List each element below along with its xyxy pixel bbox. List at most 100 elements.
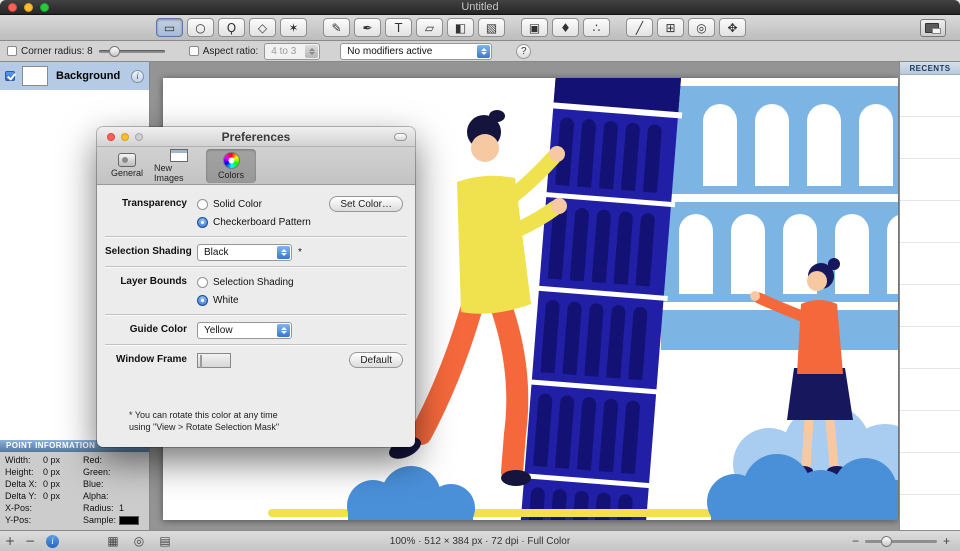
color-wheel-icon xyxy=(222,151,240,169)
checkerboard-pattern-radio[interactable] xyxy=(197,216,208,228)
zoom-tool[interactable]: ◎ xyxy=(688,18,715,37)
window-frame-colorwell[interactable] xyxy=(197,352,231,368)
layer-thumbnail[interactable] xyxy=(22,66,48,86)
selection-shading-popup[interactable]: Black xyxy=(197,243,292,261)
preferences-zoom-button[interactable] xyxy=(135,133,143,141)
pencil-tool[interactable]: ✎ xyxy=(323,18,350,37)
brush-tool[interactable]: ✒ xyxy=(354,18,381,37)
tool-group: ╱ ⊞ ◎ ✥ xyxy=(626,18,746,37)
layer-info-icon[interactable]: i xyxy=(131,69,144,83)
point-info-l2: Green: xyxy=(83,467,111,477)
recents-row xyxy=(900,75,960,117)
recents-title: RECENTS xyxy=(900,62,960,75)
modifiers-popup[interactable]: No modifiers active xyxy=(340,42,493,60)
preferences-title-bar: Preferences xyxy=(97,127,415,147)
point-info-l1: X-Pos: xyxy=(5,503,33,513)
layer-bounds-label: Layer Bounds xyxy=(120,276,187,287)
window-title: Untitled xyxy=(461,1,499,13)
separator xyxy=(105,314,407,316)
corner-radius-checkbox[interactable] xyxy=(7,46,17,56)
tool-options-bar: Corner radius: 8 Aspect ratio: 4 to 3 No… xyxy=(0,41,960,62)
point-info-l1: Width: xyxy=(5,455,31,465)
windows-icon xyxy=(925,23,941,34)
popup-arrows-icon xyxy=(277,245,290,259)
tab-new-images-label: New Images xyxy=(154,162,184,183)
recents-row xyxy=(900,117,960,159)
point-info-v1: 0 px xyxy=(43,455,61,465)
zoom-slider-minus[interactable]: − xyxy=(852,534,859,548)
effects-tool[interactable]: ∴ xyxy=(583,18,610,37)
guide-color-row: Guide Color Yellow xyxy=(97,321,415,339)
lasso-tool[interactable]: Ϙ xyxy=(218,18,245,37)
clone-stamp-tool[interactable]: ▣ xyxy=(521,18,548,37)
crop-tool[interactable]: ⊞ xyxy=(657,18,684,37)
modifiers-value: No modifiers active xyxy=(347,45,433,57)
move-tool[interactable]: ✥ xyxy=(719,18,746,37)
set-color-button[interactable]: Set Color… xyxy=(329,196,403,212)
eyedropper-tool[interactable]: ╱ xyxy=(626,18,653,37)
zoom-slider[interactable] xyxy=(864,535,937,547)
polygon-select-tool[interactable]: ◇ xyxy=(249,18,276,37)
toolbar-toggle-button[interactable] xyxy=(394,133,407,141)
preferences-close-button[interactable] xyxy=(107,133,115,141)
point-info-l2: Alpha: xyxy=(83,491,109,501)
preferences-toolbar: General New Images Colors xyxy=(97,147,415,185)
guide-color-popup[interactable]: Yellow xyxy=(197,321,292,339)
recents-row xyxy=(900,243,960,285)
new-images-icon xyxy=(170,148,188,162)
point-info-l2: Red: xyxy=(83,455,103,465)
point-info-v2 xyxy=(119,467,149,477)
layer-bounds-white-radio[interactable] xyxy=(197,294,208,306)
point-info-v1: 0 px xyxy=(43,491,61,501)
app-window: Untitled ▭ ○ Ϙ ◇ ✶ ✎ ✒ T ▱ ◧ ▧ ▣ ♦ ∴ ╱ ⊞ ◎ ✥ Corner radiu… xyxy=(0,0,960,551)
point-info-l2: Sample: xyxy=(83,515,117,525)
rect-select-tool[interactable]: ▭ xyxy=(156,18,183,37)
tab-colors[interactable]: Colors xyxy=(206,148,256,183)
layer-visibility-checkbox[interactable] xyxy=(5,71,15,81)
recents-row xyxy=(900,285,960,327)
layer-bounds-row: Layer Bounds Selection Shading White xyxy=(97,273,415,309)
zoom-slider-plus[interactable]: + xyxy=(943,534,950,548)
preferences-window: Preferences General New Images Colors Tr… xyxy=(97,127,415,447)
layer-bounds-shading-radio[interactable] xyxy=(197,276,208,288)
aspect-ratio-value: 4 to 3 xyxy=(271,45,297,57)
layer-row-background[interactable]: Background i xyxy=(0,62,149,90)
recents-row xyxy=(900,201,960,243)
point-info-v2 xyxy=(119,515,149,526)
magic-wand-tool[interactable]: ✶ xyxy=(280,18,307,37)
aspect-ratio-popup[interactable]: 4 to 3 xyxy=(264,42,321,60)
ellipse-select-tool[interactable]: ○ xyxy=(187,18,214,37)
point-info-l1: Delta X: xyxy=(5,479,38,489)
preferences-footnote: * You can rotate this color at any time … xyxy=(129,409,415,433)
window-frame-row: Window Frame Default xyxy=(97,351,415,369)
tab-new-images[interactable]: New Images xyxy=(154,148,204,183)
help-button[interactable]: ? xyxy=(516,43,532,59)
bucket-tool[interactable]: ◧ xyxy=(447,18,474,37)
guide-color-label: Guide Color xyxy=(129,324,187,335)
selection-shading-value: Black xyxy=(204,246,229,258)
recents-row xyxy=(900,159,960,201)
separator xyxy=(105,266,407,268)
point-info-v2: 1 xyxy=(119,503,125,513)
layer-bounds-white-label: White xyxy=(213,294,239,306)
selection-shading-label: Selection Shading xyxy=(105,246,192,257)
preferences-minimize-button[interactable] xyxy=(121,133,129,141)
aspect-ratio-label: Aspect ratio: xyxy=(202,45,259,57)
tool-group: ▣ ♦ ∴ xyxy=(521,18,610,37)
recents-row xyxy=(900,327,960,369)
corner-radius-slider[interactable] xyxy=(98,45,165,57)
default-button[interactable]: Default xyxy=(349,352,403,368)
tab-general[interactable]: General xyxy=(102,149,152,183)
float-canvas-button[interactable] xyxy=(920,19,946,37)
tool-bar: ▭ ○ Ϙ ◇ ✶ ✎ ✒ T ▱ ◧ ▧ ▣ ♦ ∴ ╱ ⊞ ◎ ✥ xyxy=(0,15,960,41)
transparency-label: Transparency xyxy=(121,198,187,209)
recents-panel: RECENTS xyxy=(899,62,960,530)
smudge-tool[interactable]: ♦ xyxy=(552,18,579,37)
eraser-tool[interactable]: ▱ xyxy=(416,18,443,37)
text-tool[interactable]: T xyxy=(385,18,412,37)
gradient-tool[interactable]: ▧ xyxy=(478,18,505,37)
popup-arrows-icon xyxy=(305,44,319,58)
solid-color-radio[interactable] xyxy=(197,198,208,210)
recents-list xyxy=(900,75,960,495)
aspect-ratio-checkbox[interactable] xyxy=(188,46,199,56)
